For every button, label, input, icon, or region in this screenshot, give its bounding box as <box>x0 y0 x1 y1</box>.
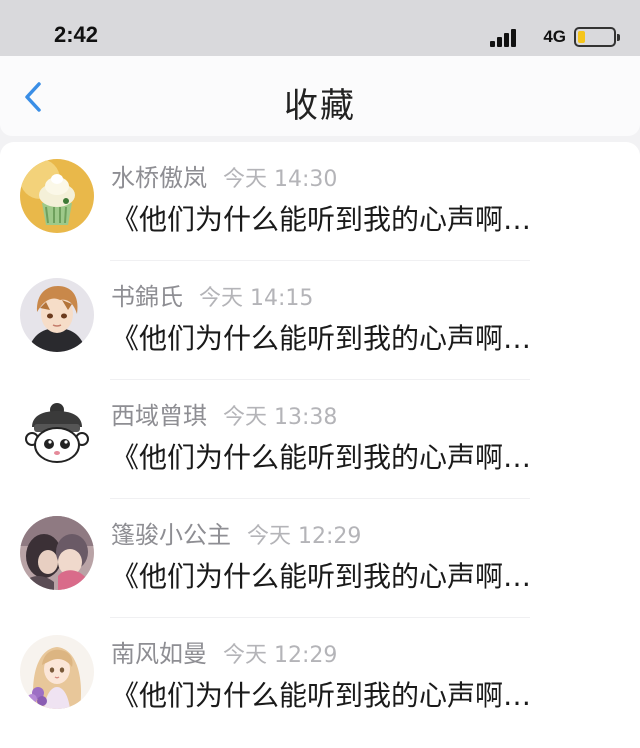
avatar[interactable] <box>20 635 94 709</box>
list-item[interactable]: 西域曾琪 今天 13:38 《他们为什么能听到我的心声啊… <box>0 380 640 499</box>
status-indicators: 4G <box>476 25 620 49</box>
message-preview: 《他们为什么能听到我的心声啊… <box>111 441 532 474</box>
message-preview: 《他们为什么能听到我的心声啊… <box>111 560 532 593</box>
list-item[interactable]: 南风如曼 今天 12:29 《他们为什么能听到我的心声啊… <box>0 618 640 737</box>
message-preview: 《他们为什么能听到我的心声啊… <box>111 322 532 355</box>
battery-icon <box>574 27 620 47</box>
nav-bar: 收藏 <box>0 56 640 136</box>
timestamp: 今天 12:29 <box>223 643 338 668</box>
item-header: 篷骏小公主 今天 12:29 <box>111 515 361 550</box>
avatar[interactable] <box>20 516 94 590</box>
avatar[interactable] <box>20 397 94 471</box>
item-header: 南风如曼 今天 12:29 <box>111 634 337 669</box>
anime-boy-avatar-icon <box>20 278 94 352</box>
list-item[interactable]: 书錦氏 今天 14:15 《他们为什么能听到我的心声啊… <box>0 261 640 380</box>
user-name[interactable]: 书錦氏 <box>111 283 183 311</box>
cartoon-mouse-avatar-icon <box>20 397 94 471</box>
status-time: 2:42 <box>54 22 99 47</box>
page-title: 收藏 <box>284 86 356 126</box>
item-header: 西域曾琪 今天 13:38 <box>111 396 337 431</box>
timestamp: 今天 12:29 <box>247 524 362 549</box>
item-header: 书錦氏 今天 14:15 <box>111 277 313 312</box>
timestamp: 今天 14:15 <box>199 286 314 311</box>
user-name[interactable]: 南风如曼 <box>111 640 207 668</box>
item-header: 水桥傲岚 今天 14:30 <box>111 158 337 193</box>
favorites-list: 水桥傲岚 今天 14:30 《他们为什么能听到我的心声啊… 书錦氏 今天 14:15… <box>0 142 640 748</box>
timestamp: 今天 14:30 <box>223 167 338 192</box>
message-preview: 《他们为什么能听到我的心声啊… <box>111 679 532 712</box>
cupcake-avatar-icon <box>20 159 94 233</box>
message-preview: 《他们为什么能听到我的心声啊… <box>111 203 532 236</box>
photo-avatar-icon <box>20 516 94 590</box>
signal-icon <box>490 29 520 47</box>
status-bar: 2:42 4G <box>0 0 640 56</box>
network-label: 4G <box>543 27 566 46</box>
user-name[interactable]: 水桥傲岚 <box>111 164 207 192</box>
anime-girl-avatar-icon <box>20 635 94 709</box>
list-item[interactable]: 水桥傲岚 今天 14:30 《他们为什么能听到我的心声啊… <box>0 142 640 261</box>
avatar[interactable] <box>20 159 94 233</box>
timestamp: 今天 13:38 <box>223 405 338 430</box>
avatar[interactable] <box>20 278 94 352</box>
user-name[interactable]: 篷骏小公主 <box>111 521 231 549</box>
user-name[interactable]: 西域曾琪 <box>111 402 207 430</box>
list-item[interactable]: 篷骏小公主 今天 12:29 《他们为什么能听到我的心声啊… <box>0 499 640 618</box>
